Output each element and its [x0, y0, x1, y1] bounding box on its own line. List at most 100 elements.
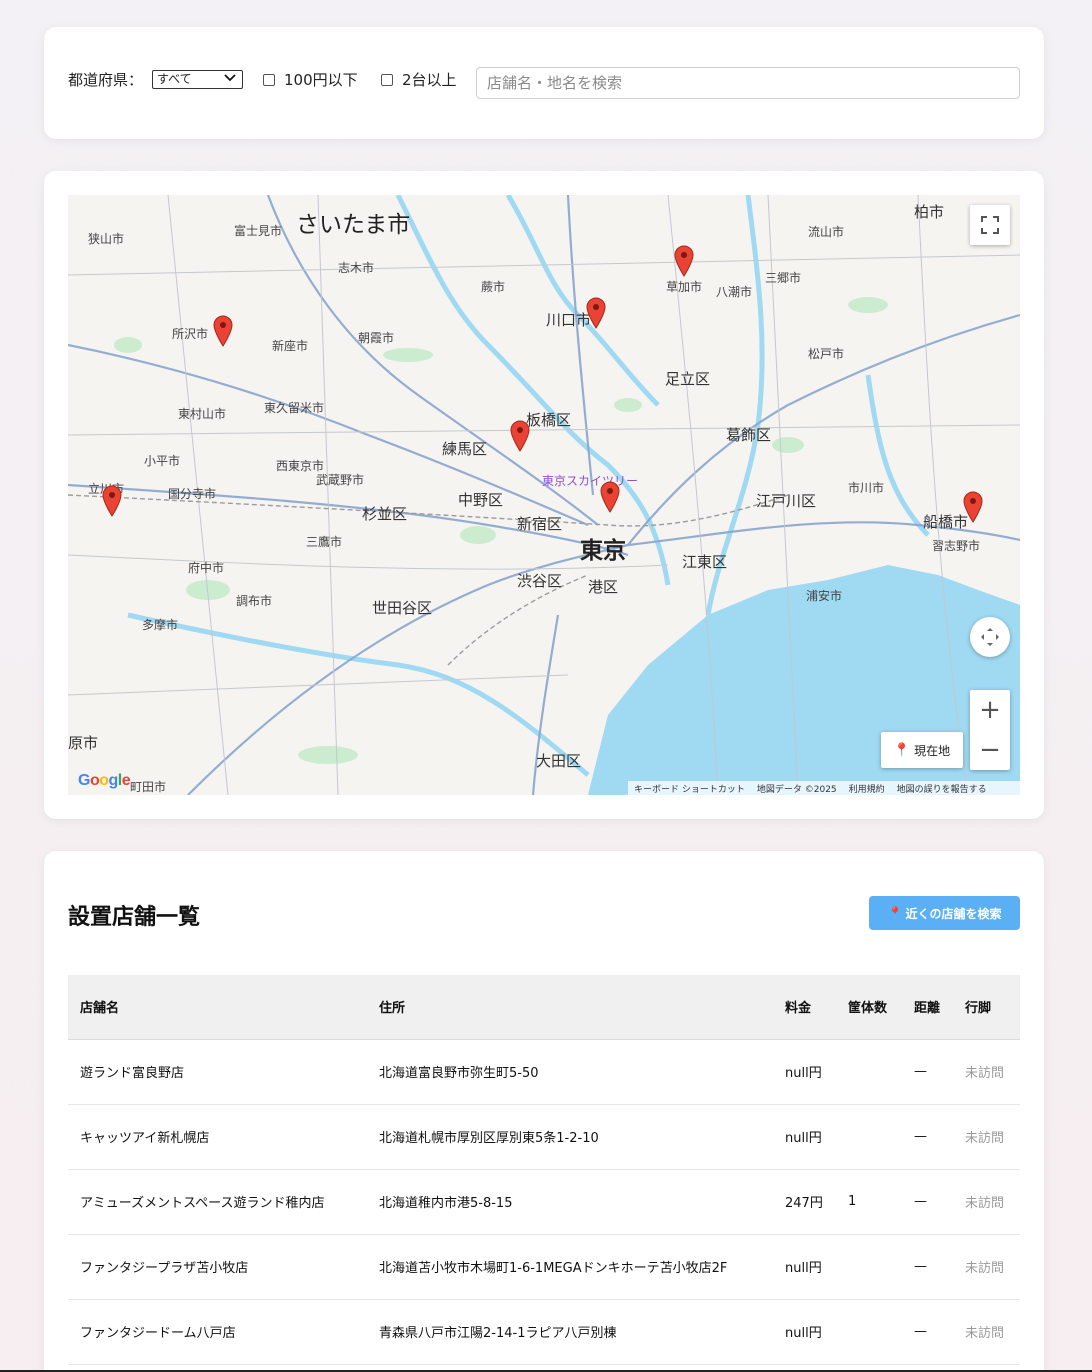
map-label-kokubunji: 国分寺市 [168, 487, 217, 501]
store-units [836, 1299, 902, 1365]
plus-icon: + [979, 695, 1001, 725]
store-distance: — [902, 1104, 953, 1170]
pin-icon: 📍 [893, 742, 911, 758]
column-header-units[interactable]: 筐体数 [836, 975, 902, 1040]
map-label-nakano: 中野区 [458, 491, 504, 509]
map-label-fujimi: 富士見市 [234, 224, 283, 238]
map-label-fuchu: 府中市 [188, 561, 225, 575]
map-label-mitaka: 三鷹市 [306, 535, 343, 549]
map-label-higashikurume: 東久留米市 [264, 401, 325, 415]
table-header-row: 店舗名 住所 料金 筐体数 距離 行脚 [68, 975, 1020, 1040]
store-price: null円 [773, 1104, 836, 1170]
map-label-koto: 江東区 [682, 553, 728, 571]
current-location-label: 現在地 [914, 743, 951, 758]
store-status[interactable]: 未訪問 [953, 1104, 1020, 1170]
store-marker[interactable] [586, 297, 606, 329]
map-label-kashiwa: 柏市 [914, 203, 945, 221]
move-arrows-icon [981, 628, 999, 646]
map-label-ichikawa: 市川市 [848, 481, 885, 495]
map-label-higashimurayama: 東村山市 [178, 407, 227, 421]
map-label-shinjuku: 新宿区 [517, 515, 563, 533]
map-view[interactable]: さいたま市 東京 川口市 足立区 板橋区 練馬区 葛飾区 中野区 杉並区 新宿区… [68, 195, 1020, 795]
fullscreen-button[interactable] [970, 205, 1010, 245]
minus-icon: − [979, 735, 1001, 765]
table-row[interactable]: ファンタジードーム八戸店 青森県八戸市江陽2-14-1ラピア八戸別棟 null円… [68, 1299, 1020, 1365]
map-label-tokyo: 東京 [580, 538, 626, 564]
map-label-matsudo: 松戸市 [808, 347, 845, 361]
terms-link[interactable]: 利用規約 [849, 782, 885, 795]
store-name: ファンタジープラザ苫小牧店 [68, 1234, 367, 1300]
list-title: 設置店舗一覧 [68, 905, 201, 930]
store-marker[interactable] [963, 491, 983, 523]
checkbox-box[interactable] [263, 73, 275, 86]
store-units: 1 [836, 1169, 902, 1235]
units-filter-label: 2台以上 [402, 71, 457, 89]
store-distance: — [902, 1234, 953, 1300]
store-price: null円 [773, 1234, 836, 1300]
map-label-soka: 草加市 [666, 280, 703, 294]
map-data-text: 地図データ ©2025 [756, 784, 837, 795]
table-row[interactable]: ファンタジープラザ苫小牧店 北海道苫小牧市木場町1-6-1MEGAドンキホーテ苫… [68, 1234, 1020, 1300]
price-filter-checkbox[interactable]: 100円以下 [263, 69, 358, 90]
store-address: 青森県八戸市江陽2-14-1ラピア八戸別棟 [367, 1299, 773, 1365]
store-status[interactable]: 未訪問 [953, 1299, 1020, 1365]
map-label-itabashi: 板橋区 [526, 411, 572, 429]
store-marker[interactable] [674, 245, 694, 277]
store-name: キャッツアイ新札幌店 [68, 1104, 367, 1170]
map-label-musashino: 武蔵野市 [316, 473, 365, 487]
map-label-minato: 港区 [588, 578, 619, 596]
column-header-distance[interactable]: 距離 [902, 975, 953, 1040]
store-price: null円 [773, 1299, 836, 1365]
store-table: 店舗名 住所 料金 筐体数 距離 行脚 遊ランド富良野店 北海道富良野市弥生町5… [68, 975, 1020, 1365]
column-header-address[interactable]: 住所 [367, 975, 773, 1040]
table-row[interactable]: アミューズメントスペース遊ランド稚内店 北海道稚内市港5-8-15 247円 1… [68, 1169, 1020, 1235]
camera-control-button[interactable] [970, 617, 1010, 657]
column-header-name[interactable]: 店舗名 [68, 975, 367, 1040]
store-distance: — [902, 1039, 953, 1105]
store-status[interactable]: 未訪問 [953, 1169, 1020, 1235]
store-status[interactable]: 未訪問 [953, 1234, 1020, 1300]
prefecture-select[interactable]: すべて [152, 70, 243, 89]
store-units [836, 1234, 902, 1300]
store-search-input[interactable] [476, 67, 1020, 99]
current-location-button[interactable]: 📍 現在地 [881, 732, 963, 768]
map-label-setagaya: 世田谷区 [372, 599, 433, 617]
nearby-search-label: 近くの店舗を検索 [905, 906, 1002, 921]
map-label-katsushika: 葛飾区 [726, 426, 772, 444]
zoom-out-button[interactable]: − [970, 730, 1010, 770]
store-price: 247円 [773, 1169, 836, 1235]
column-header-price[interactable]: 料金 [773, 975, 836, 1040]
store-marker[interactable] [510, 420, 530, 452]
map-label-nagareyama: 流山市 [808, 225, 845, 239]
zoom-in-button[interactable]: + [970, 690, 1010, 730]
report-error-link[interactable]: 地図の誤りを報告する [897, 782, 987, 795]
store-units [836, 1104, 902, 1170]
map-label-machida: 町田市 [130, 780, 167, 794]
table-row[interactable]: 遊ランド富良野店 北海道富良野市弥生町5-50 null円 — 未訪問 [68, 1039, 1020, 1105]
column-header-status[interactable]: 行脚 [953, 975, 1020, 1040]
units-filter-checkbox[interactable]: 2台以上 [381, 69, 457, 90]
checkbox-box[interactable] [381, 73, 393, 86]
map-label-suginami: 杉並区 [362, 505, 408, 523]
map-label-funabashi: 船橋市 [923, 513, 969, 531]
map-label-tama: 多摩市 [142, 618, 179, 632]
map-label-misato: 三郷市 [765, 271, 802, 285]
store-name: 遊ランド富良野店 [68, 1039, 367, 1105]
nearby-search-button[interactable]: 📍 近くの店舗を検索 [869, 896, 1020, 930]
store-marker[interactable] [102, 485, 122, 517]
prefecture-select-value: すべて [157, 72, 192, 86]
store-status[interactable]: 未訪問 [953, 1039, 1020, 1105]
map-label-warabi: 蕨市 [481, 280, 506, 294]
map-label-sayama: 狭山市 [88, 232, 125, 246]
store-address: 北海道富良野市弥生町5-50 [367, 1039, 773, 1105]
table-row[interactable]: キャッツアイ新札幌店 北海道札幌市厚別区厚別東5条1-2-10 null円 — … [68, 1104, 1020, 1170]
keyboard-shortcuts-link[interactable]: キーボード ショートカット [634, 782, 745, 795]
store-marker[interactable] [600, 481, 620, 513]
store-marker[interactable] [213, 315, 233, 347]
map-label-kawaguchi: 川口市 [546, 311, 592, 329]
map-label-chofu: 調布市 [236, 594, 273, 608]
fullscreen-icon [981, 216, 999, 234]
map-label-kodaira: 小平市 [144, 454, 181, 468]
map-label-shibuya: 渋谷区 [517, 572, 563, 590]
store-distance: — [902, 1169, 953, 1235]
